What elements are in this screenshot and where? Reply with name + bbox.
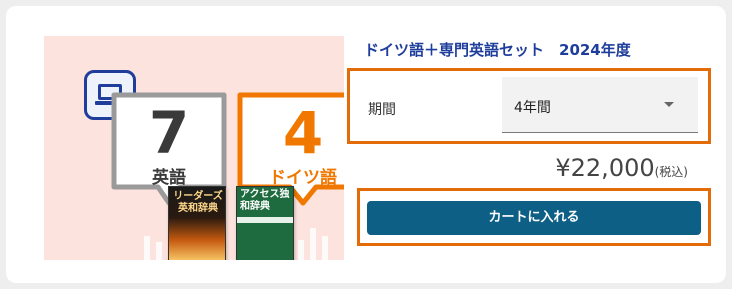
price: ¥22,000(税込)	[555, 154, 688, 182]
english-label: 英語	[152, 168, 186, 188]
period-label: 期間	[368, 102, 396, 118]
product-card: 7 英語 4 ドイツ語 リーダーズ英和辞典 アクセス独和辞典 ドイツ語＋専門英語…	[6, 6, 726, 283]
add-to-cart-button[interactable]: カートに入れる	[367, 201, 701, 235]
price-amount: ¥22,000	[555, 154, 655, 182]
product-title: ドイツ語＋専門英語セット 2024年度	[364, 41, 631, 59]
product-illustration: 7 英語 4 ドイツ語 リーダーズ英和辞典 アクセス独和辞典	[44, 36, 344, 260]
cart-button-group: カートに入れる	[357, 188, 711, 246]
english-count: 7	[148, 99, 190, 167]
period-selected-value: 4年間	[514, 100, 551, 116]
readers-dictionary-cover: リーダーズ英和辞典	[168, 186, 226, 260]
german-label: ドイツ語	[269, 168, 337, 188]
german-count: 4	[282, 99, 324, 167]
chevron-down-icon	[664, 102, 674, 107]
access-dictionary-cover: アクセス独和辞典	[236, 186, 294, 260]
price-tax-note: (税込)	[654, 165, 688, 179]
period-selector-group: 期間 4年間	[347, 68, 711, 144]
period-select[interactable]: 4年間	[502, 77, 698, 133]
